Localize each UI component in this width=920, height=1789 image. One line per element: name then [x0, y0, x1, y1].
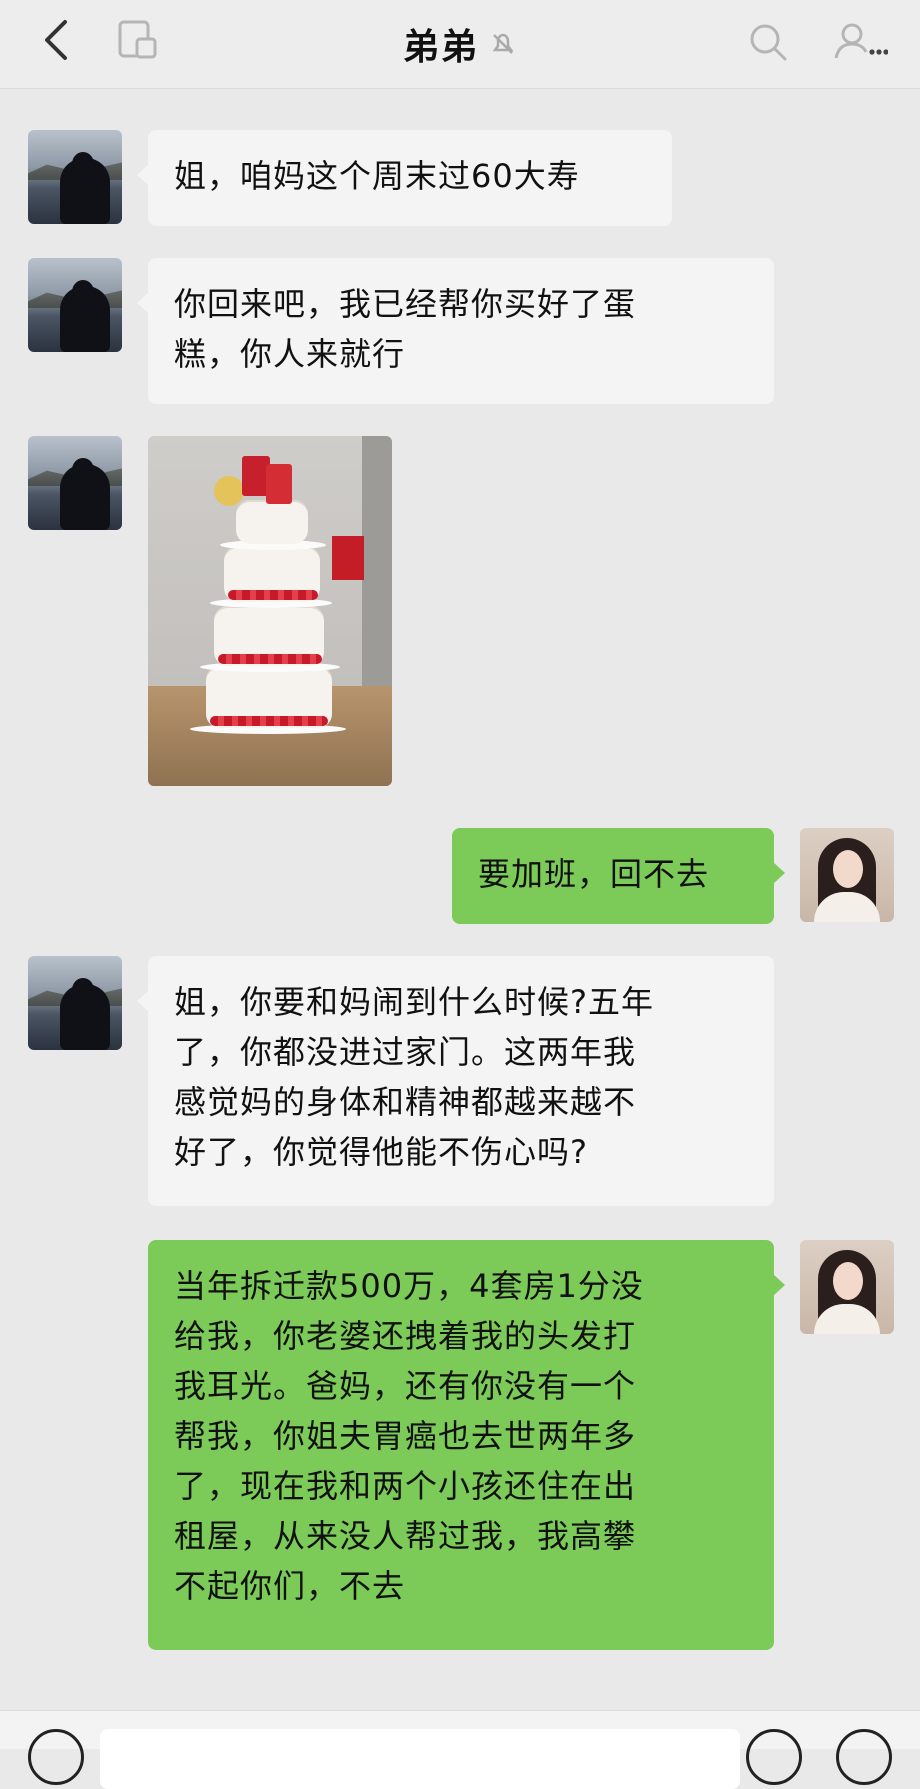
voice-icon[interactable] [28, 1729, 84, 1785]
message-bubble-incoming[interactable]: 姐，咱妈这个周末过60大寿 [137, 130, 672, 226]
avatar-brother[interactable] [28, 436, 122, 530]
input-bar [0, 1710, 920, 1789]
message-bubble-incoming[interactable]: 姐，你要和妈闹到什么时候?五年 了，你都没进过家门。这两年我 感觉妈的身体和精神… [137, 956, 774, 1206]
message-text: 姐，你要和妈闹到什么时候?五年 了，你都没进过家门。这两年我 感觉妈的身体和精神… [174, 983, 654, 1171]
plus-icon[interactable] [836, 1729, 892, 1785]
message-input[interactable] [100, 1729, 740, 1789]
avatar-brother[interactable] [28, 258, 122, 352]
message-text: 要加班，回不去 [478, 855, 710, 893]
chat-title: 弟弟 [402, 27, 479, 68]
cake-photo[interactable] [148, 436, 392, 786]
avatar-me[interactable] [800, 1240, 894, 1334]
floating-window-icon [117, 19, 159, 65]
avatar-me[interactable] [800, 828, 894, 922]
back-button[interactable] [32, 18, 80, 66]
person-more-icon [832, 22, 889, 66]
message-text: 你回来吧，我已经帮你买好了蛋 糕，你人来就行 [174, 285, 637, 373]
message-text: 姐，咱妈这个周末过60大寿 [174, 157, 580, 195]
search-icon [748, 22, 788, 66]
chat-info-button[interactable] [828, 18, 892, 70]
message-text: 当年拆迁款500万，4套房1分没 给我，你老婆还拽着我的头发打 我耳光。爸妈，还… [174, 1267, 644, 1605]
message-bubble-outgoing[interactable]: 要加班，回不去 [452, 828, 785, 924]
floating-window-button[interactable] [114, 18, 162, 66]
chat-header: 弟弟 [0, 0, 920, 89]
avatar-brother[interactable] [28, 130, 122, 224]
avatar-brother[interactable] [28, 956, 122, 1050]
message-bubble-incoming[interactable]: 你回来吧，我已经帮你买好了蛋 糕，你人来就行 [137, 258, 774, 404]
search-button[interactable] [742, 18, 794, 70]
emoji-icon[interactable] [746, 1729, 802, 1785]
chevron-left-icon [41, 18, 71, 66]
message-bubble-outgoing[interactable]: 当年拆迁款500万，4套房1分没 给我，你老婆还拽着我的头发打 我耳光。爸妈，还… [148, 1240, 785, 1650]
bell-off-icon [489, 30, 517, 58]
